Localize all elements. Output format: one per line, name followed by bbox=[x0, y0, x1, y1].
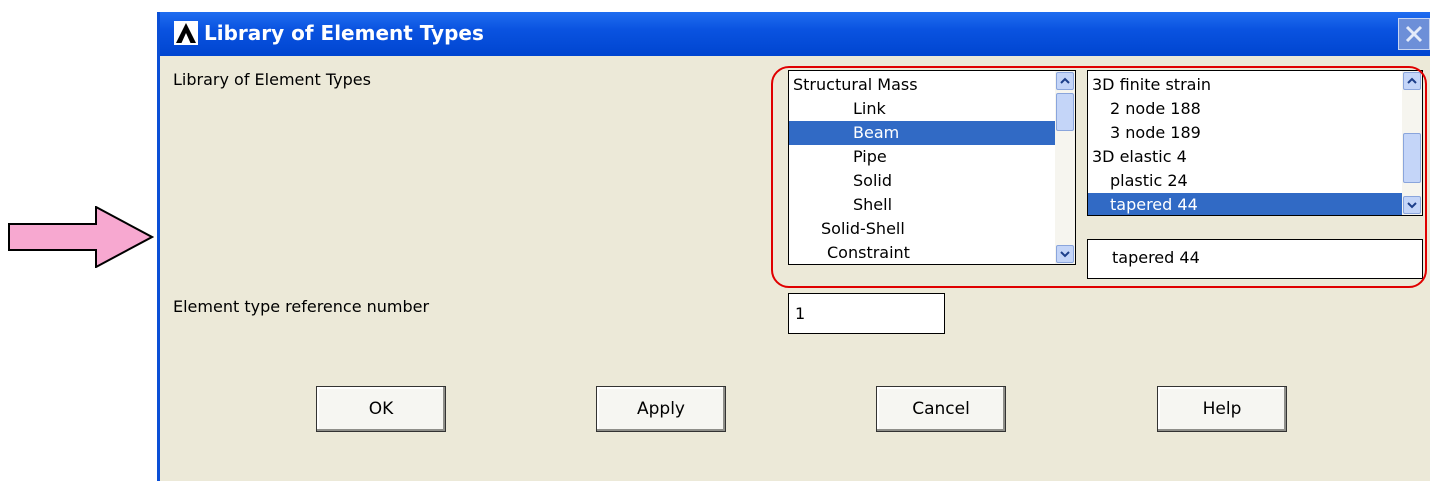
window-title: Library of Element Types bbox=[204, 21, 484, 45]
cancel-button[interactable]: Cancel bbox=[876, 386, 1006, 432]
title-bar: Library of Element Types bbox=[160, 12, 1430, 56]
close-icon bbox=[1405, 25, 1423, 43]
ansys-logo-icon bbox=[174, 21, 198, 45]
ref-number-label: Element type reference number bbox=[173, 297, 430, 316]
library-label: Library of Element Types bbox=[173, 70, 371, 89]
highlight-outline bbox=[771, 66, 1427, 288]
help-button[interactable]: Help bbox=[1157, 386, 1287, 432]
pointer-arrow-icon bbox=[8, 206, 154, 268]
close-button[interactable] bbox=[1398, 18, 1430, 50]
ref-number-input[interactable]: 1 bbox=[788, 293, 945, 334]
apply-button[interactable]: Apply bbox=[596, 386, 726, 432]
ok-button[interactable]: OK bbox=[316, 386, 446, 432]
